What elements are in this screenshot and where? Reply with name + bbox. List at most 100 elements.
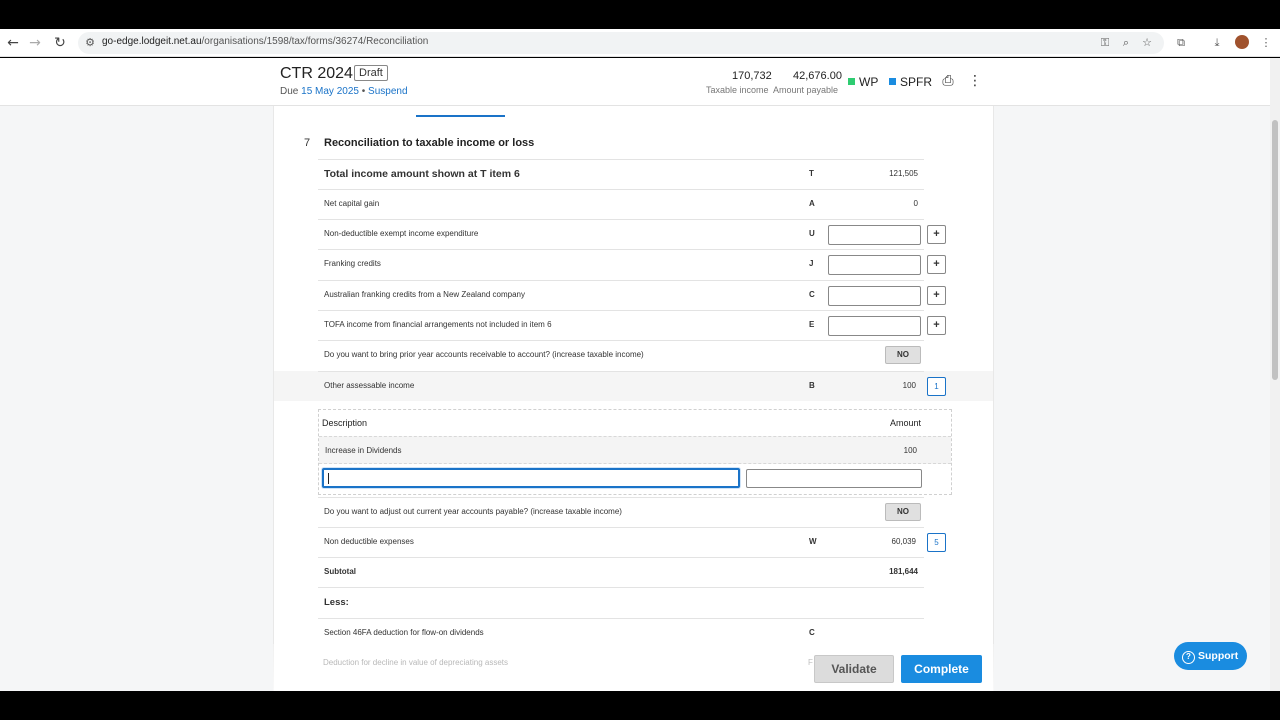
add-button[interactable]: + (927, 225, 946, 244)
amount-input[interactable] (828, 316, 921, 336)
amount-input[interactable] (828, 286, 921, 306)
new-description-input[interactable] (322, 468, 740, 488)
row-label: Less: (324, 597, 349, 608)
extensions-icon[interactable]: ⧉ (1174, 36, 1188, 50)
row-value: 0 (913, 199, 918, 208)
browser-toolbar: ← → ↻ ⚙ go-edge.lodgeit.net.au/organisat… (0, 29, 1280, 57)
row-label: TOFA income from financial arrangements … (324, 320, 552, 329)
key-icon[interactable]: ⚿ (1098, 36, 1112, 50)
validate-button[interactable]: Validate (814, 655, 894, 683)
star-icon[interactable]: ☆ (1140, 36, 1154, 50)
taxable-income-label: Taxable income (706, 85, 769, 95)
row-subtotal: Subtotal 181,644 (318, 557, 924, 587)
url-text[interactable]: go-edge.lodgeit.net.au/organisations/159… (102, 36, 428, 47)
reload-icon[interactable]: ↻ (51, 34, 69, 52)
row-net-capital-gain: Net capital gain A 0 (318, 189, 924, 219)
item-amount: 100 (903, 446, 917, 455)
page-scrollbar[interactable] (1270, 58, 1280, 691)
no-toggle-button[interactable]: NO (885, 503, 921, 521)
form-card: 7 Reconciliation to taxable income or lo… (273, 106, 994, 691)
amount-input[interactable] (828, 255, 921, 275)
row-value: 121,505 (889, 169, 918, 178)
new-amount-input[interactable] (746, 469, 922, 488)
row-label: Section 46FA deduction for flow-on divid… (324, 628, 484, 637)
section-number: 7 (304, 137, 311, 149)
text-caret (328, 473, 329, 484)
item-description: Increase in Dividends (325, 446, 402, 455)
wp-tag[interactable]: WP (848, 75, 878, 89)
row-less: Less: (318, 587, 924, 617)
row-label: Subtotal (324, 567, 356, 576)
row-label: Do you want to bring prior year accounts… (324, 350, 644, 359)
add-button[interactable]: + (927, 316, 946, 335)
due-date-link[interactable]: 15 May 2025 (301, 86, 359, 97)
print-icon[interactable]: ⎙ (939, 72, 957, 90)
add-button[interactable]: + (927, 286, 946, 305)
amount-payable-value: 42,676.00 (793, 70, 842, 82)
row-code: J (809, 259, 814, 268)
col-amount: Amount (889, 418, 921, 428)
detail-count-button[interactable]: 5 (927, 533, 946, 552)
row-value: 181,644 (889, 567, 918, 576)
due-separator: • (361, 86, 366, 97)
row-value: 100 (902, 381, 916, 390)
row-code: C (809, 628, 815, 637)
support-label: Support (1198, 650, 1239, 662)
taxable-income-value: 170,732 (732, 70, 772, 82)
row-code: E (809, 320, 815, 329)
row-other-assessable: Other assessable income B 100 1 (318, 371, 946, 401)
status-badge: Draft (354, 65, 388, 81)
complete-button[interactable]: Complete (901, 655, 982, 683)
row-label: Total income amount shown at T item 6 (324, 168, 520, 180)
row-adjust-payable: Do you want to adjust out current year a… (318, 497, 924, 527)
row-code: C (809, 290, 815, 299)
row-non-deductible-expenses: Non deductible expenses W 60,039 5 (318, 527, 946, 557)
zoom-icon[interactable]: ⌕ (1119, 36, 1133, 50)
row-label: Other assessable income (324, 381, 415, 390)
detail-count-button[interactable]: 1 (927, 377, 946, 396)
bottom-letterbox (0, 691, 1280, 720)
download-icon[interactable]: ⤓ (1210, 36, 1224, 50)
row-label: Do you want to adjust out current year a… (324, 507, 622, 516)
page-content: 7 Reconciliation to taxable income or lo… (0, 58, 1270, 691)
more-options-icon[interactable]: ⋮ (966, 72, 984, 90)
row-decline-value-label: Deduction for decline in value of deprec… (323, 658, 508, 667)
row-code: A (809, 199, 815, 208)
active-tab-indicator (416, 115, 505, 117)
row-code: T (809, 169, 814, 178)
amount-payable-label: Amount payable (773, 85, 839, 95)
form-header: CTR 2024 Draft Due 15 May 2025 • Suspend… (0, 58, 1270, 106)
due-prefix: Due (280, 86, 299, 97)
amount-input[interactable] (828, 225, 921, 245)
help-icon: ? (1182, 651, 1195, 664)
row-franking-credits: Franking credits J + (318, 249, 946, 279)
wp-status-dot (848, 78, 855, 85)
forward-icon[interactable]: → (26, 34, 44, 52)
row-value: 60,039 (891, 537, 916, 546)
page-title: CTR 2024 (280, 65, 353, 82)
row-tofa-income: TOFA income from financial arrangements … (318, 310, 946, 340)
spfr-tag[interactable]: SPFR (889, 75, 932, 89)
row-prior-year-receivable: Do you want to bring prior year accounts… (318, 340, 924, 370)
row-total-income: Total income amount shown at T item 6 T … (318, 159, 924, 189)
row-label: Australian franking credits from a New Z… (324, 290, 525, 299)
subtable-row[interactable]: Increase in Dividends 100 (319, 436, 951, 464)
support-button[interactable]: ? Support (1174, 642, 1247, 670)
no-toggle-button[interactable]: NO (885, 346, 921, 364)
row-code: W (809, 537, 817, 546)
row-code: B (809, 381, 815, 390)
top-letterbox (0, 0, 1280, 29)
add-button[interactable]: + (927, 255, 946, 274)
section-title: Reconciliation to taxable income or loss (324, 137, 535, 149)
site-info-icon[interactable]: ⚙ (83, 36, 97, 50)
due-line: Due 15 May 2025 • Suspend (280, 86, 408, 97)
address-bar[interactable]: ⚙ go-edge.lodgeit.net.au/organisations/1… (78, 32, 1164, 54)
col-description: Description (322, 418, 368, 428)
menu-icon[interactable]: ⋮ (1259, 36, 1273, 50)
back-icon[interactable]: ← (4, 34, 22, 52)
scrollbar-thumb[interactable] (1272, 120, 1278, 380)
row-code: U (809, 229, 815, 238)
profile-avatar[interactable] (1235, 35, 1249, 49)
suspend-link[interactable]: Suspend (368, 86, 407, 97)
row-non-deductible-exempt: Non-deductible exempt income expenditure… (318, 219, 946, 249)
